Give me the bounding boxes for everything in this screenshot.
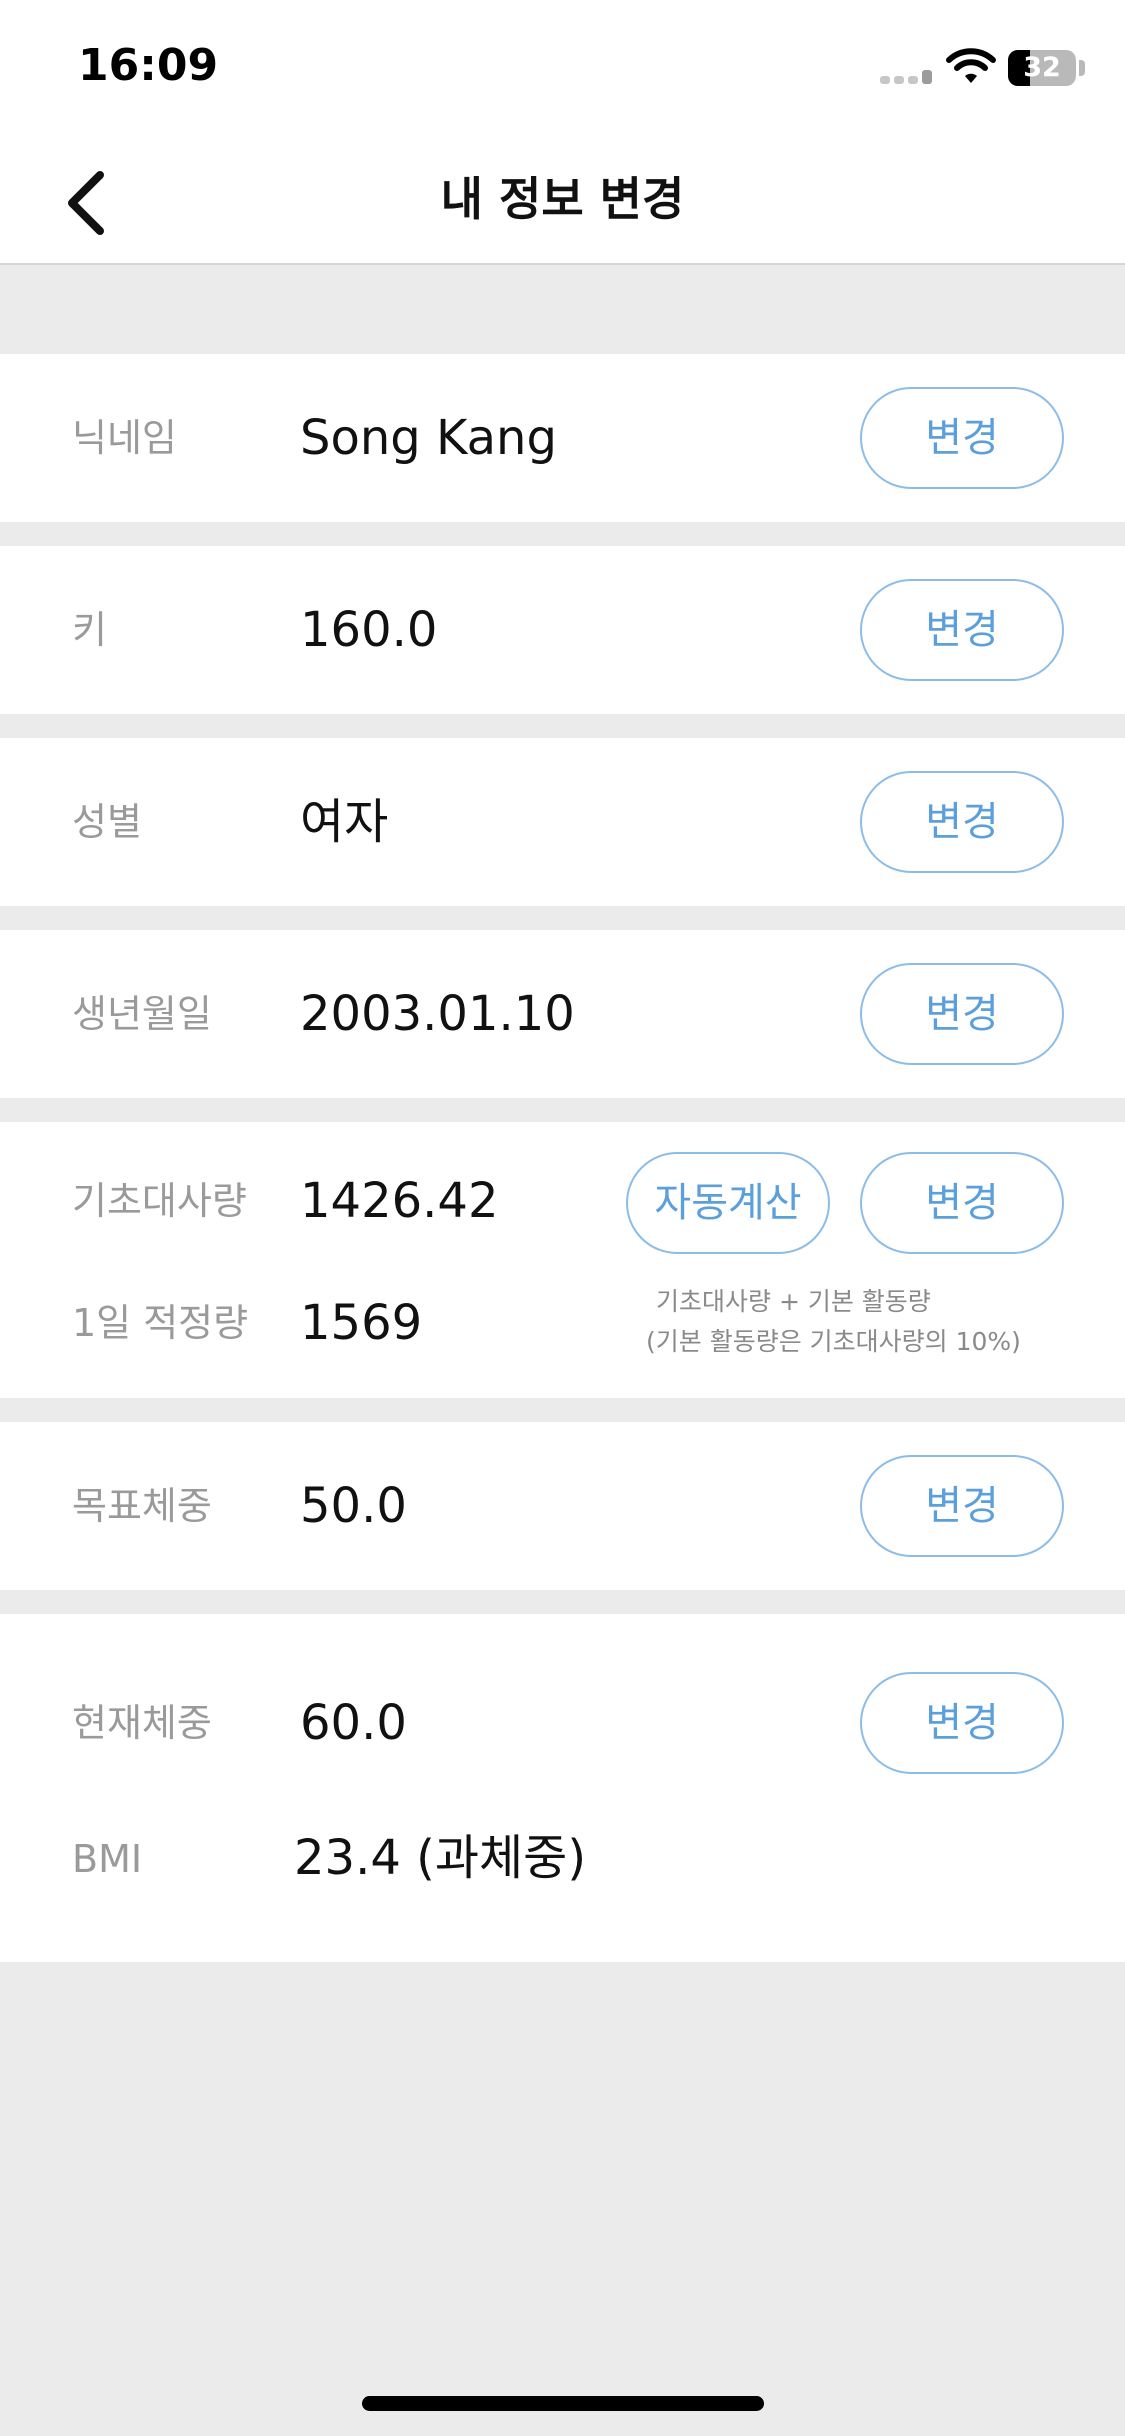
nickname-label: 닉네임 [72, 416, 177, 460]
height-value: 160.0 [300, 602, 438, 658]
current-weight-section: 현재체중 60.0 변경 BMI 23.4 (과체중) [0, 1614, 1125, 1962]
change-nickname-button[interactable]: 변경 [860, 387, 1064, 489]
target-weight-row: 목표체중 50.0 변경 [0, 1422, 1125, 1590]
nickname-row: 닉네임 Song Kang 변경 [0, 354, 1125, 522]
status-bar: 16:09 32 [0, 0, 1125, 135]
change-height-button[interactable]: 변경 [860, 579, 1064, 681]
gender-value: 여자 [300, 794, 389, 850]
change-current-weight-button[interactable]: 변경 [860, 1672, 1064, 1774]
change-birthdate-button[interactable]: 변경 [860, 963, 1064, 1065]
height-label: 키 [72, 608, 107, 652]
battery-percentage: 32 [1023, 52, 1061, 83]
bmr-label: 기초대사량 [72, 1179, 247, 1223]
daily-intake-value: 1569 [300, 1295, 423, 1351]
auto-calculate-button[interactable]: 자동계산 [626, 1152, 830, 1254]
bmi-label: BMI [72, 1837, 143, 1881]
birthdate-value: 2003.01.10 [300, 986, 575, 1042]
activity-note: (기본 활동량은 기초대사량의 10%) [646, 1327, 1021, 1356]
battery-icon: 32 [1008, 50, 1076, 86]
screen: 16:09 32 내 정보 변경 닉네임 Song Kang 변경 키 160.… [0, 0, 1125, 2436]
gender-row: 성별 여자 변경 [0, 738, 1125, 906]
bmr-section: 기초대사량 1426.42 자동계산 변경 1일 적정량 1569 기초대사량 … [0, 1122, 1125, 1398]
daily-intake-label: 1일 적정량 [72, 1301, 249, 1345]
birthdate-row: 생년월일 2003.01.10 변경 [0, 930, 1125, 1098]
target-weight-label: 목표체중 [72, 1484, 212, 1528]
current-weight-value: 60.0 [300, 1695, 407, 1751]
bmi-value: 23.4 (과체중) [294, 1830, 587, 1886]
bmr-value: 1426.42 [300, 1173, 499, 1229]
back-button[interactable] [58, 163, 128, 243]
gender-label: 성별 [72, 800, 142, 844]
cellular-signal-icon [880, 70, 936, 84]
nickname-value: Song Kang [300, 410, 557, 466]
battery-cap [1079, 60, 1085, 76]
change-target-weight-button[interactable]: 변경 [860, 1455, 1064, 1557]
change-bmr-button[interactable]: 변경 [860, 1152, 1064, 1254]
home-indicator [362, 2396, 764, 2411]
height-row: 키 160.0 변경 [0, 546, 1125, 714]
wifi-icon [946, 48, 996, 83]
change-gender-button[interactable]: 변경 [860, 771, 1064, 873]
target-weight-value: 50.0 [300, 1478, 407, 1534]
navigation-bar: 내 정보 변경 [0, 135, 1125, 265]
daily-intake-formula: 기초대사량 + 기본 활동량 [656, 1287, 931, 1316]
chevron-left-icon [68, 171, 104, 235]
birthdate-label: 생년월일 [72, 992, 212, 1036]
current-weight-label: 현재체중 [72, 1701, 212, 1745]
page-title: 내 정보 변경 [440, 172, 685, 226]
status-time: 16:09 [78, 40, 219, 91]
